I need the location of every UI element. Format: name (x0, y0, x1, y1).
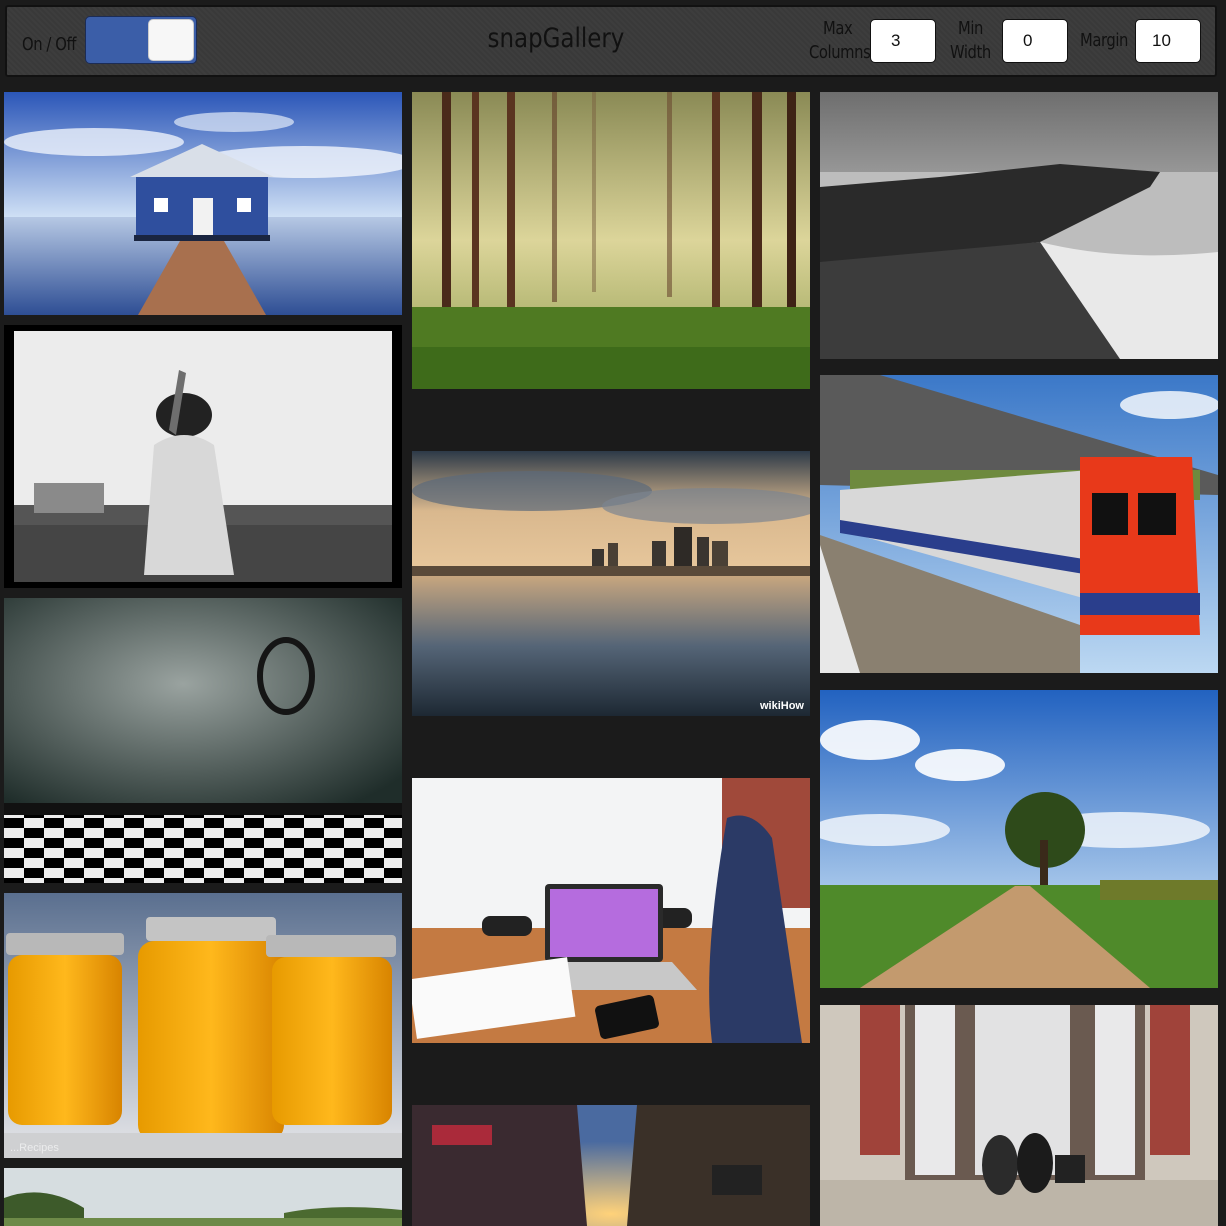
photo-landscape-bottom[interactable] (4, 1168, 402, 1226)
forest-image (412, 92, 810, 389)
page-title: snapGallery (487, 23, 625, 54)
photo-sea-cliffs[interactable] (820, 92, 1218, 359)
train-image (820, 375, 1218, 673)
boathouse-image (4, 92, 402, 315)
photo-women-window[interactable] (820, 1005, 1218, 1226)
tree-road-image (820, 690, 1218, 988)
laptop-desk-image (412, 778, 810, 1043)
photo-woman-beach[interactable] (4, 325, 402, 588)
street-sunset-image (412, 1105, 810, 1226)
max-columns-input[interactable] (870, 19, 936, 63)
women-window-image (820, 1005, 1218, 1226)
min-width-label-line1: Min (958, 18, 983, 39)
city-reflection-image (412, 451, 810, 716)
photo-grunge-room[interactable] (4, 598, 402, 883)
min-width-input[interactable] (1002, 19, 1068, 63)
max-columns-label-line1: Max (823, 18, 853, 39)
margin-label: Margin (1080, 30, 1128, 51)
photo-blue-boathouse[interactable] (4, 92, 402, 315)
photo-honey-jars[interactable]: ...Recipes (4, 893, 402, 1158)
photo-forest-fog[interactable] (412, 92, 810, 389)
photo-street-sunset[interactable] (412, 1105, 810, 1226)
photo-london-train[interactable] (820, 375, 1218, 673)
grunge-room-image (4, 598, 402, 883)
photo-laptop-desk[interactable] (412, 778, 810, 1043)
min-width-label-line2: Width (950, 42, 991, 63)
on-off-toggle[interactable] (85, 16, 197, 64)
max-columns-label-line2: Columns (809, 42, 871, 63)
landscape-image (4, 1168, 402, 1226)
honey-watermark: ...Recipes (10, 1142, 59, 1154)
woman-beach-image (14, 331, 392, 582)
sea-cliffs-image (820, 92, 1218, 359)
toolbar: On / Off snapGallery Max Columns Min Wid… (5, 5, 1217, 77)
margin-input[interactable] (1135, 19, 1201, 63)
toggle-knob[interactable] (148, 19, 194, 61)
photo-tree-road[interactable] (820, 690, 1218, 988)
toggle-label: On / Off (22, 34, 77, 55)
photo-city-reflection[interactable]: wikiHow (412, 451, 810, 716)
wikihow-watermark: wikiHow (759, 700, 804, 712)
honey-jars-image (4, 893, 402, 1158)
